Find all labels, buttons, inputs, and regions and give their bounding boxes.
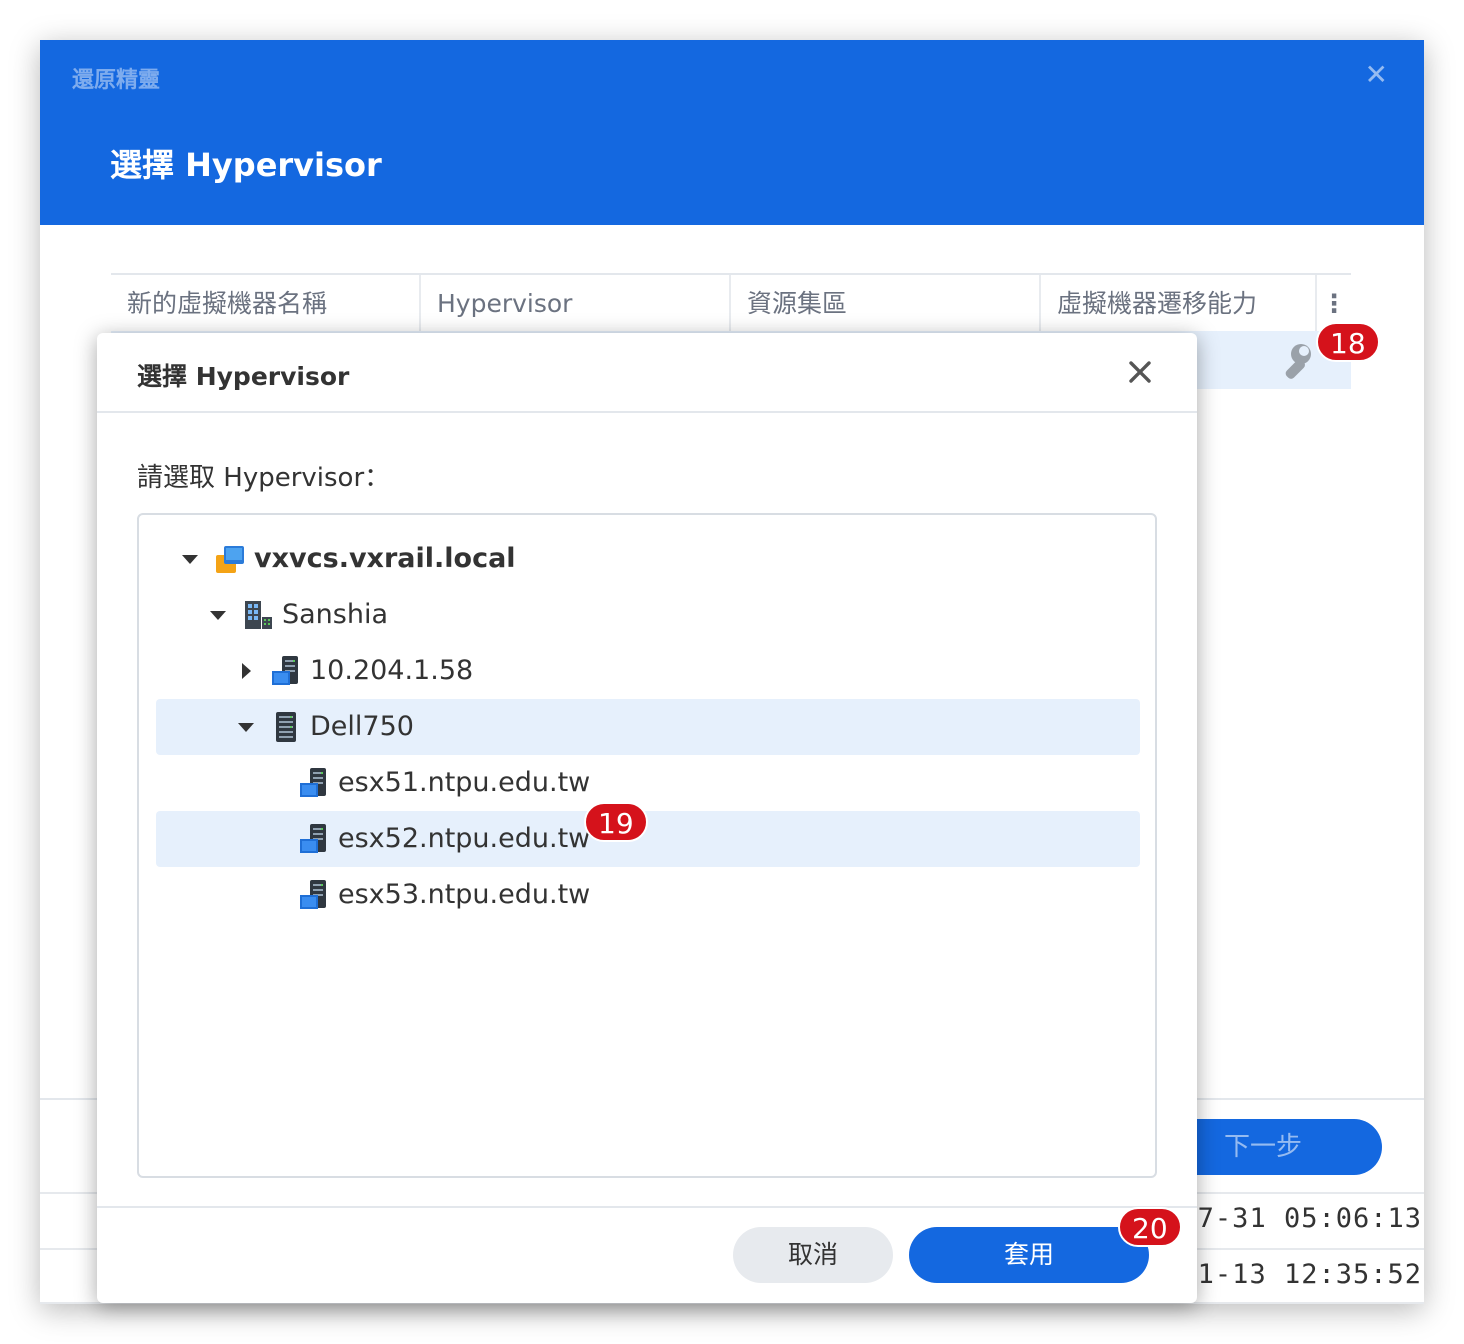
host-icon <box>300 824 326 853</box>
caret-down-icon[interactable] <box>236 717 256 737</box>
apply-button[interactable]: 套用 <box>909 1227 1149 1283</box>
tree-node-label: Sanshia <box>282 599 389 630</box>
wizard-header: 還原精靈 ✕ 選擇 Hypervisor <box>40 40 1424 225</box>
tree-node-label: esx53.ntpu.edu.tw <box>338 879 591 910</box>
tree-node[interactable]: Sanshia <box>156 587 1140 643</box>
tree-node-label: 10.204.1.58 <box>310 655 474 686</box>
tree-node[interactable]: Dell750 <box>156 699 1140 755</box>
datacenter-icon <box>245 601 272 629</box>
wizard-heading: 選擇 Hypervisor <box>110 146 382 184</box>
tree-node[interactable]: esx53.ntpu.edu.tw <box>156 867 1140 923</box>
tree-node[interactable]: esx52.ntpu.edu.tw <box>156 811 1140 867</box>
close-icon[interactable] <box>1125 357 1155 387</box>
caret-right-icon[interactable] <box>236 661 256 681</box>
step-badge: 19 <box>584 802 648 842</box>
step-badge: 20 <box>1118 1207 1182 1247</box>
host-icon <box>272 656 298 685</box>
tree-node[interactable]: vxvcs.vxrail.local <box>156 531 1140 587</box>
wrench-icon[interactable] <box>1276 343 1314 379</box>
host-icon <box>300 880 326 909</box>
tree-node-label: esx52.ntpu.edu.tw <box>338 823 591 854</box>
cluster-icon <box>276 712 296 742</box>
select-prompt: 請選取 Hypervisor： <box>137 463 391 493</box>
step-badge: 18 <box>1316 322 1380 362</box>
tree-node-label: vxvcs.vxrail.local <box>254 543 516 574</box>
column-header-vmotion[interactable]: 虛擬機器遷移能力 <box>1041 275 1317 333</box>
vcenter-icon <box>216 546 244 573</box>
host-icon <box>300 768 326 797</box>
dialog-footer-divider <box>97 1206 1197 1208</box>
column-header-resource-pool[interactable]: 資源集區 <box>731 275 1041 333</box>
column-header-vm-name[interactable]: 新的虛擬機器名稱 <box>111 275 421 333</box>
vm-grid-header: 新的虛擬機器名稱 Hypervisor 資源集區 虛擬機器遷移能力 ⋮ <box>111 273 1351 333</box>
dialog-title: 選擇 Hypervisor <box>137 362 350 391</box>
caret-down-icon[interactable] <box>208 605 228 625</box>
tree-node[interactable]: 10.204.1.58 <box>156 643 1140 699</box>
wizard-close-icon[interactable]: ✕ <box>1365 60 1388 90</box>
wizard-window-title: 還原精靈 <box>72 68 161 93</box>
tree-node-label: esx51.ntpu.edu.tw <box>338 767 591 798</box>
tree-node-label: Dell750 <box>310 711 414 742</box>
tree-node[interactable]: esx51.ntpu.edu.tw <box>156 755 1140 811</box>
hypervisor-tree: vxvcs.vxrail.local Sanshia 10.204.1.58 Dell… <box>137 513 1157 1178</box>
column-header-hypervisor[interactable]: Hypervisor <box>421 275 731 333</box>
cancel-button[interactable]: 取消 <box>733 1227 893 1283</box>
caret-down-icon[interactable] <box>180 549 200 569</box>
dialog-header-divider <box>97 411 1197 413</box>
